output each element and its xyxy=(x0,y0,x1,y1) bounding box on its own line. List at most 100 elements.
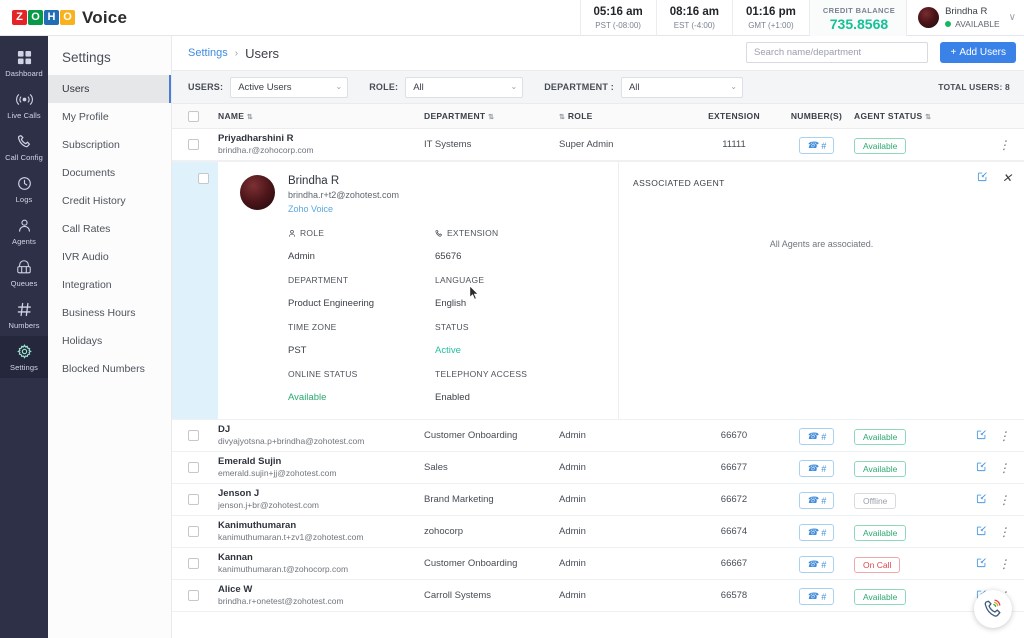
row-name: DJ xyxy=(218,424,231,435)
subnav-item-subscription[interactable]: Subscription xyxy=(48,131,171,159)
users-filter-value: Active Users xyxy=(238,81,292,93)
row-numbers-button[interactable]: ☎ # xyxy=(798,137,835,154)
nav-item-queues[interactable]: Queues xyxy=(0,252,48,294)
nav-label-live-calls: Live Calls xyxy=(7,111,41,120)
table-row[interactable]: Kannan kanimuthumaran.t@zohocorp.com Cus… xyxy=(172,548,1024,580)
field-label-language: LANGUAGE xyxy=(435,275,485,285)
column-header-role[interactable]: ⇅ ROLE xyxy=(559,111,689,121)
subnav-item-documents[interactable]: Documents xyxy=(48,159,171,187)
field-label-role: ROLE xyxy=(288,227,435,240)
table-row[interactable]: DJ divyajyotsna.p+brindha@zohotest.com C… xyxy=(172,420,1024,452)
nav-item-call-config[interactable]: Call Config xyxy=(0,126,48,168)
subnav-item-business-hours[interactable]: Business Hours xyxy=(48,299,171,327)
table-row[interactable]: Jenson J jenson.j+br@zohotest.com Brand … xyxy=(172,484,1024,516)
row-more-icon[interactable]: ⋮ xyxy=(998,138,1010,152)
row-edit-icon[interactable] xyxy=(976,429,987,443)
row-email: kanimuthumaran.t@zohocorp.com xyxy=(218,564,349,574)
brand-logo[interactable]: Z O H O Voice xyxy=(12,8,127,28)
subnav-title: Settings xyxy=(62,50,111,65)
subnav-item-integration[interactable]: Integration xyxy=(48,271,171,299)
breadcrumb-settings[interactable]: Settings xyxy=(188,47,228,59)
column-header-name[interactable]: NAME ⇅ xyxy=(218,111,424,121)
field-label-extension: EXTENSION xyxy=(435,227,618,240)
row-more-icon[interactable]: ⋮ xyxy=(998,429,1010,443)
row-more-icon[interactable]: ⋮ xyxy=(998,557,1010,571)
nav-item-settings[interactable]: Settings xyxy=(0,336,48,378)
column-header-numbers: NUMBER(S) xyxy=(790,111,843,121)
expanded-user-app-link[interactable]: Zoho Voice xyxy=(288,202,399,216)
table-row[interactable]: Kanimuthumaran kanimuthumaran.t+zv1@zoho… xyxy=(172,516,1024,548)
credit-balance-value: 735.8568 xyxy=(829,15,889,32)
subnav-item-ivr-audio[interactable]: IVR Audio xyxy=(48,243,171,271)
row-numbers-button[interactable]: ☎ # xyxy=(798,556,835,573)
row-checkbox[interactable] xyxy=(188,430,199,441)
row-checkbox[interactable] xyxy=(188,139,199,150)
nav-item-logs[interactable]: Logs xyxy=(0,168,48,210)
table-row[interactable]: Priyadharshini R brindha.r@zohocorp.com … xyxy=(172,129,1024,161)
user-menu-name: Brindha R xyxy=(945,5,988,17)
credit-balance[interactable]: CREDIT BALANCE 735.8568 xyxy=(808,0,907,36)
row-numbers-button[interactable]: ☎ # xyxy=(798,460,835,477)
select-all-checkbox[interactable] xyxy=(188,110,199,122)
column-header-department[interactable]: DEPARTMENT ⇅ xyxy=(424,111,559,121)
brand-name: Voice xyxy=(82,7,128,27)
edit-icon[interactable] xyxy=(977,171,988,185)
add-users-button[interactable]: + Add Users xyxy=(940,42,1016,63)
row-more-icon[interactable]: ⋮ xyxy=(998,493,1010,507)
row-numbers-button[interactable]: ☎ # xyxy=(798,428,835,445)
add-users-label: Add Users xyxy=(959,47,1006,58)
expanded-user-name: Brindha R xyxy=(288,175,340,187)
timezone-pst: 05:16 am PST (-08:00) xyxy=(579,0,656,36)
row-numbers-button[interactable]: ☎ # xyxy=(798,524,835,541)
floating-call-button[interactable] xyxy=(974,590,1012,628)
column-header-agent-status[interactable]: AGENT STATUS ⇅ xyxy=(854,111,954,121)
row-more-icon[interactable]: ⋮ xyxy=(998,525,1010,539)
row-numbers-button[interactable]: ☎ # xyxy=(798,492,835,509)
row-numbers-button[interactable]: ☎ # xyxy=(798,588,835,605)
close-icon[interactable]: ✕ xyxy=(1002,171,1012,185)
subnav-item-blocked-numbers[interactable]: Blocked Numbers xyxy=(48,355,171,383)
timezone-pst-time: 05:16 am xyxy=(593,6,643,18)
table-row[interactable]: Alice W brindha.r+onetest@zohotest.com C… xyxy=(172,580,1024,612)
table-row[interactable]: Emerald Sujin emerald.sujin+jj@zohotest.… xyxy=(172,452,1024,484)
field-value-status: Active xyxy=(435,345,461,356)
search-input[interactable] xyxy=(746,42,928,63)
row-role: Admin xyxy=(559,494,586,505)
nav-item-agents[interactable]: Agents xyxy=(0,210,48,252)
field-label-online-status: ONLINE STATUS xyxy=(288,369,358,379)
row-more-icon[interactable]: ⋮ xyxy=(998,461,1010,475)
sort-icon: ⇅ xyxy=(925,114,932,121)
row-checkbox[interactable] xyxy=(188,558,199,569)
nav-item-numbers[interactable]: Numbers xyxy=(0,294,48,336)
row-checkbox[interactable] xyxy=(188,590,199,601)
row-checkbox[interactable] xyxy=(188,526,199,537)
row-extension: 66674 xyxy=(720,526,748,537)
chevron-down-icon[interactable]: ∨ xyxy=(1009,12,1016,23)
row-edit-icon[interactable] xyxy=(976,493,987,507)
subnav-item-holidays[interactable]: Holidays xyxy=(48,327,171,355)
row-edit-icon[interactable] xyxy=(976,525,987,539)
user-menu[interactable]: Brindha R AVAILABLE ∨ xyxy=(906,0,1024,36)
associated-agent-empty-text: All Agents are associated. xyxy=(769,239,874,249)
subnav-item-call-rates[interactable]: Call Rates xyxy=(48,215,171,243)
department-filter-select[interactable]: All ⌄ xyxy=(620,76,743,98)
row-checkbox[interactable] xyxy=(197,173,209,184)
user-menu-status-text: AVAILABLE xyxy=(955,18,1000,29)
row-checkbox[interactable] xyxy=(188,494,199,505)
nav-item-dashboard[interactable]: Dashboard xyxy=(0,42,48,84)
row-role: Admin xyxy=(559,526,586,537)
queue-icon xyxy=(16,259,32,276)
subnav-item-my-profile[interactable]: My Profile xyxy=(48,103,171,131)
avatar xyxy=(240,175,275,210)
row-edit-icon[interactable] xyxy=(976,461,987,475)
status-badge: Offline xyxy=(854,492,897,509)
role-filter-select[interactable]: All ⌄ xyxy=(405,76,524,98)
nav-item-live-calls[interactable]: Live Calls xyxy=(0,84,48,126)
row-checkbox[interactable] xyxy=(188,462,199,473)
subnav-item-users[interactable]: Users xyxy=(48,75,171,103)
person-icon xyxy=(288,229,296,237)
users-filter-select[interactable]: Active Users ⌄ xyxy=(230,76,349,98)
row-role: Admin xyxy=(559,430,586,441)
row-edit-icon[interactable] xyxy=(976,557,987,571)
subnav-item-credit-history[interactable]: Credit History xyxy=(48,187,171,215)
